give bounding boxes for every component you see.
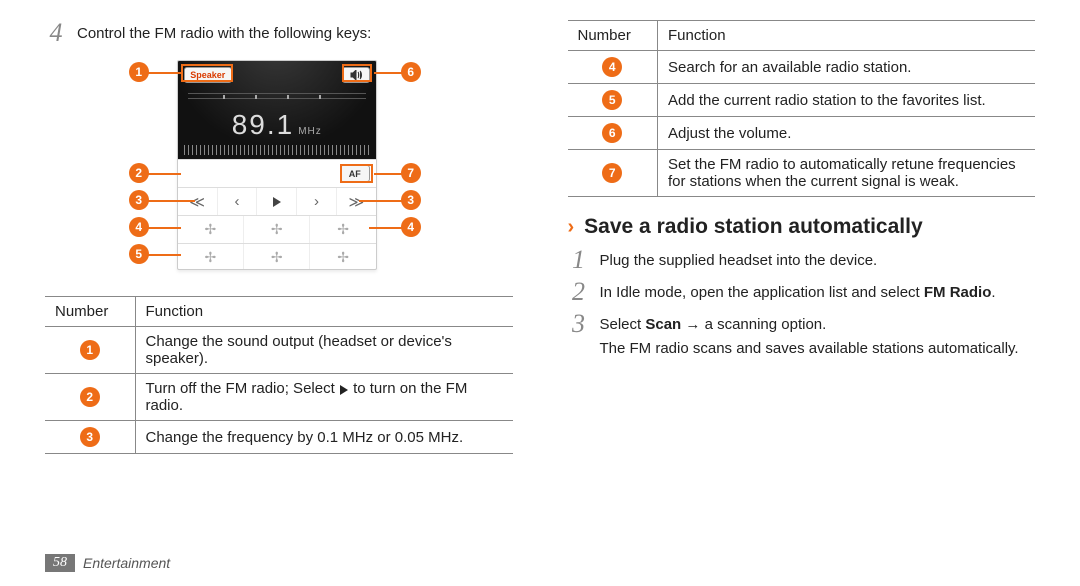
step-back-button[interactable]: ‹ — [218, 188, 258, 215]
row-number: 1 — [80, 340, 100, 360]
preset-add-button[interactable]: ✢ — [310, 244, 375, 270]
callout-4-right: 4 — [401, 217, 421, 237]
row-number: 7 — [602, 163, 622, 183]
step-2: 2 In Idle mode, open the application lis… — [568, 279, 1036, 305]
step-number: 2 — [568, 279, 590, 305]
play-icon — [272, 197, 282, 207]
volume-button[interactable] — [342, 67, 370, 83]
frequency-value: 89.1 — [232, 109, 295, 140]
callout-3-left: 3 — [129, 190, 149, 210]
row-function: Set the FM radio to automatically retune… — [658, 150, 1036, 197]
step-4: 4 Control the FM radio with the followin… — [45, 20, 513, 46]
callout-2-left: 2 — [129, 163, 149, 183]
row-number: 3 — [80, 427, 100, 447]
step-number: 4 — [45, 20, 67, 46]
frequency-display: 89.1MHz — [178, 109, 376, 141]
step-number: 3 — [568, 311, 590, 360]
page-number: 58 — [45, 554, 75, 572]
preset-add-button[interactable]: ✢ — [178, 244, 244, 270]
step-number: 1 — [568, 247, 590, 273]
step-1: 1 Plug the supplied headset into the dev… — [568, 247, 1036, 273]
frequency-unit: MHz — [298, 126, 322, 137]
preset-add-button[interactable]: ✢ — [244, 244, 310, 270]
row-number: 4 — [602, 57, 622, 77]
section-heading: › Save a radio station automatically — [568, 215, 1036, 239]
table-header: Number Function — [568, 21, 1036, 51]
play-button[interactable] — [257, 188, 297, 215]
callout-7: 7 — [401, 163, 421, 183]
step-forward-button[interactable]: › — [297, 188, 337, 215]
row-function: Add the current radio station to the fav… — [658, 84, 1036, 117]
volume-icon — [350, 70, 362, 80]
table-header: Number Function — [45, 297, 513, 327]
tune-row: ≪ ‹ › ≫ — [178, 187, 376, 215]
step-text: Select Scan → a scanning option. The FM … — [600, 311, 1036, 360]
callout-3-right: 3 — [401, 190, 421, 210]
section-name: Entertainment — [83, 555, 170, 571]
step-note: The FM radio scans and saves available s… — [600, 339, 1036, 359]
preset-add-button[interactable]: ✢ — [178, 216, 244, 243]
table-row: 7 Set the FM radio to automatically retu… — [568, 150, 1036, 197]
row-function: Turn off the FM radio; Select to turn on… — [135, 374, 513, 421]
table-row: 3 Change the frequency by 0.1 MHz or 0.0… — [45, 421, 513, 454]
preset-add-button[interactable]: ✢ — [244, 216, 310, 243]
header-function: Function — [658, 21, 1036, 51]
af-button[interactable]: AF — [340, 165, 370, 182]
function-table-left: Number Function 1 Change the sound outpu… — [45, 296, 513, 454]
section-title: Save a radio station automatically — [584, 215, 922, 239]
row-function: Adjust the volume. — [658, 117, 1036, 150]
favorites-row-1: ✢ ✢ ✢ — [178, 215, 376, 243]
speaker-button[interactable]: Speaker — [184, 67, 232, 83]
table-row: 2 Turn off the FM radio; Select to turn … — [45, 374, 513, 421]
row-number: 2 — [80, 387, 100, 407]
page-footer: 58 Entertainment — [45, 554, 170, 572]
step-text: Control the FM radio with the following … — [77, 20, 513, 46]
favorites-row-2: ✢ ✢ ✢ — [178, 243, 376, 270]
row-number: 5 — [602, 90, 622, 110]
header-number: Number — [568, 21, 658, 51]
table-row: 6 Adjust the volume. — [568, 117, 1036, 150]
callout-4-left: 4 — [129, 217, 149, 237]
table-row: 4 Search for an available radio station. — [568, 51, 1036, 84]
chevron-icon: › — [568, 216, 575, 239]
table-row: 5 Add the current radio station to the f… — [568, 84, 1036, 117]
row-function: Change the sound output (headset or devi… — [135, 327, 513, 374]
row-function: Search for an available radio station. — [658, 51, 1036, 84]
row-function: Change the frequency by 0.1 MHz or 0.05 … — [135, 421, 513, 454]
fm-radio-screenshot: Speaker 89.1MHz AF ≪ — [177, 60, 377, 270]
callout-5: 5 — [129, 244, 149, 264]
table-row: 1 Change the sound output (headset or de… — [45, 327, 513, 374]
step-text: In Idle mode, open the application list … — [600, 279, 1036, 305]
preset-add-button[interactable]: ✢ — [310, 216, 375, 243]
step-3: 3 Select Scan → a scanning option. The F… — [568, 311, 1036, 360]
fm-radio-figure: 1 2 3 4 5 6 7 3 4 Speaker — [45, 52, 513, 282]
header-number: Number — [45, 297, 135, 327]
callout-1: 1 — [129, 62, 149, 82]
play-icon — [339, 385, 349, 395]
step-text: Plug the supplied headset into the devic… — [600, 247, 1036, 273]
header-function: Function — [135, 297, 513, 327]
function-table-right: Number Function 4 Search for an availabl… — [568, 20, 1036, 197]
callout-6: 6 — [401, 62, 421, 82]
row-number: 6 — [602, 123, 622, 143]
